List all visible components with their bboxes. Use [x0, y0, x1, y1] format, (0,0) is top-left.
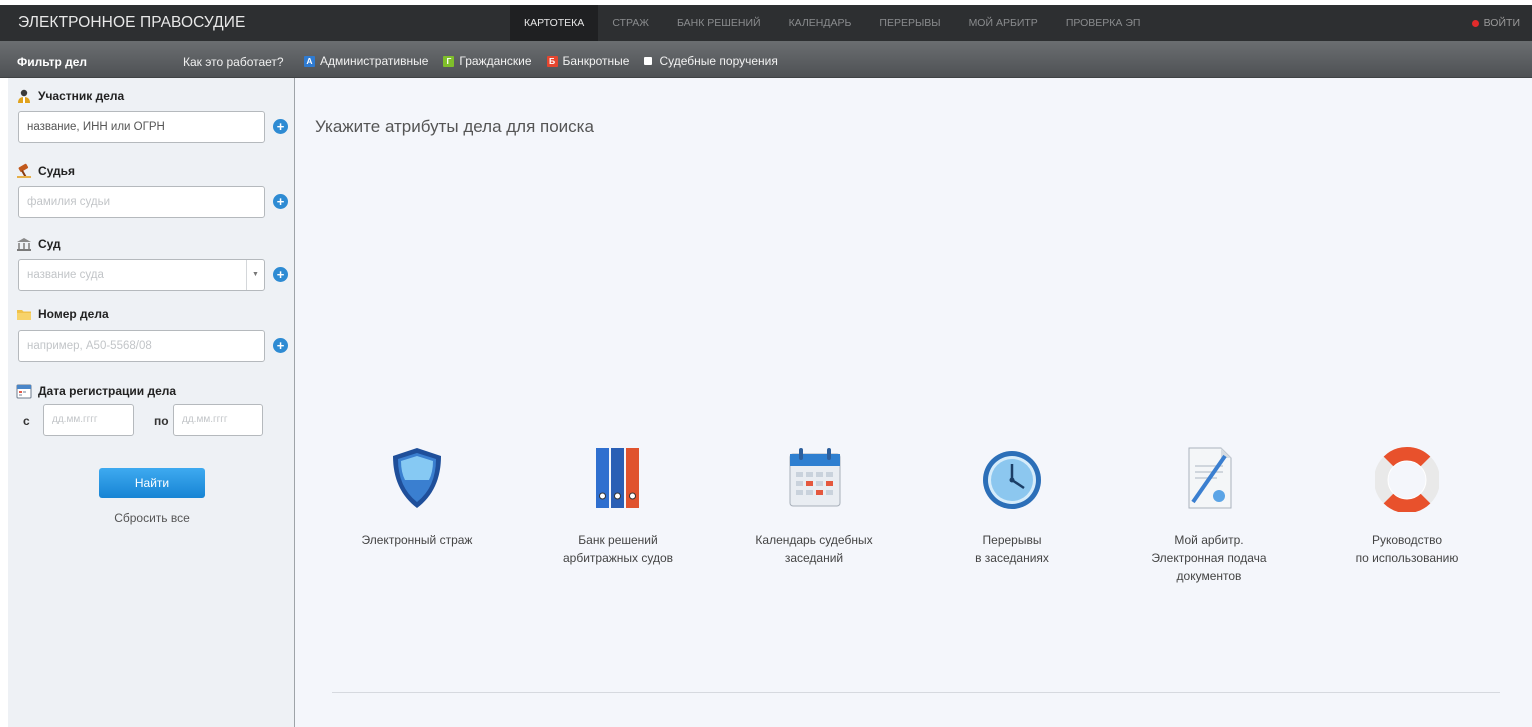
participant-input[interactable]: название, ИНН или ОГРН: [18, 111, 265, 143]
tile-label: Календарь судебных заседаний: [755, 533, 873, 565]
tile-electronic-guard[interactable]: Электронный страж: [317, 444, 517, 549]
category-label: Гражданские: [459, 54, 532, 68]
date-to-input[interactable]: дд.мм.гггг: [173, 404, 263, 436]
participant-label: Участник дела: [16, 88, 124, 104]
case-number-label: Номер дела: [16, 306, 109, 322]
category-label: Судебные поручения: [659, 54, 778, 68]
add-case-number-button[interactable]: +: [273, 338, 288, 353]
nav-item-pereryvy[interactable]: ПЕРЕРЫВЫ: [865, 5, 954, 41]
tile-user-guide[interactable]: Руководство по использованию: [1307, 444, 1507, 567]
nav-item-moy-arbitr[interactable]: МОЙ АРБИТР: [955, 5, 1052, 41]
filter-title: Фильтр дел: [17, 55, 88, 69]
search-prompt: Укажите атрибуты дела для поиска: [315, 117, 594, 136]
date-from-input[interactable]: дд.мм.гггг: [43, 404, 134, 436]
civil-badge-icon: Г: [443, 55, 455, 67]
category-court-orders[interactable]: Судебные поручения: [644, 54, 778, 68]
administrative-badge-icon: А: [304, 55, 315, 67]
nav-item-strazh[interactable]: СТРАЖ: [598, 5, 663, 41]
judge-input[interactable]: фамилия судьи: [18, 186, 265, 218]
category-label: Административные: [320, 54, 429, 68]
court-label: Суд: [16, 236, 61, 252]
courthouse-icon: [17, 238, 31, 251]
add-participant-button[interactable]: +: [273, 119, 288, 134]
dropdown-arrow-icon[interactable]: ▼: [246, 260, 264, 290]
binders-icon: [596, 448, 639, 508]
case-number-input[interactable]: например, А50-5568/08: [18, 330, 265, 362]
tile-label: Руководство по использованию: [1355, 533, 1459, 565]
category-civil[interactable]: Г Гражданские: [443, 54, 532, 68]
tile-court-calendar[interactable]: Календарь судебных заседаний: [714, 444, 914, 567]
shield-icon: [393, 448, 441, 508]
calendar-icon: [16, 384, 32, 399]
judge-label: Судья: [16, 163, 75, 179]
nav-item-bank-resheniy[interactable]: БАНК РЕШЕНИЙ: [663, 5, 775, 41]
nav-item-kartoteka[interactable]: КАРТОТЕКА: [510, 5, 599, 41]
clock-icon: [983, 451, 1041, 509]
main-nav: КАРТОТЕКА СТРАЖ БАНК РЕШЕНИЙ КАЛЕНДАРЬ П…: [510, 5, 1154, 41]
how-it-works-link[interactable]: Как это работает?: [183, 55, 284, 69]
reset-all-link[interactable]: Сбросить все: [102, 511, 202, 525]
nav-item-proverka-ep[interactable]: ПРОВЕРКА ЭП: [1052, 5, 1155, 41]
gavel-icon: [17, 163, 31, 178]
login-label: ВОЙТИ: [1483, 17, 1520, 29]
tile-label: Электронный страж: [361, 533, 473, 547]
court-select-value: название суда: [27, 269, 104, 281]
tile-breaks[interactable]: Перерывы в заседаниях: [912, 444, 1112, 567]
court-orders-badge-icon: [644, 57, 653, 65]
court-select[interactable]: название суда ▼: [18, 259, 265, 291]
filter-sidebar: Участник дела название, ИНН или ОГРН + С…: [8, 78, 295, 727]
find-button[interactable]: Найти: [99, 468, 205, 498]
tile-my-arbitr[interactable]: Мой арбитр. Электронная подача документо…: [1109, 444, 1309, 585]
category-label: Банкротные: [562, 54, 630, 68]
registration-date-label: Дата регистрации дела: [16, 383, 176, 399]
add-court-button[interactable]: +: [273, 267, 288, 282]
person-icon: [18, 89, 30, 103]
category-bankruptcy[interactable]: Б Банкротные: [546, 54, 630, 68]
date-from-label: с: [23, 414, 30, 428]
date-to-label: по: [154, 414, 169, 428]
category-administrative[interactable]: А Административные: [304, 54, 428, 68]
main-content: Укажите атрибуты дела для поиска Электро…: [295, 78, 1532, 727]
login-link[interactable]: ВОЙТИ: [1471, 5, 1520, 41]
site-brand[interactable]: ЭЛЕКТРОННОЕ ПРАВОСУДИЕ: [18, 5, 245, 41]
case-category-filters: А Административные Г Гражданские Б Банкр…: [304, 54, 793, 68]
document-icon: [1188, 447, 1232, 509]
tile-label: Мой арбитр. Электронная подача документо…: [1151, 533, 1267, 583]
tile-decisions-bank[interactable]: Банк решений арбитражных судов: [518, 444, 718, 567]
filter-bar: Фильтр дел Как это работает? А Администр…: [0, 41, 1532, 78]
calendar-icon: [789, 448, 841, 507]
status-dot-icon: [1471, 19, 1479, 27]
nav-item-calendar[interactable]: КАЛЕНДАРЬ: [775, 5, 866, 41]
tile-label: Перерывы в заседаниях: [975, 533, 1049, 565]
folder-icon: [17, 310, 31, 320]
add-judge-button[interactable]: +: [273, 194, 288, 209]
lifebuoy-icon: [1374, 446, 1440, 514]
tile-label: Банк решений арбитражных судов: [562, 533, 674, 565]
content-divider: [332, 692, 1500, 693]
bankruptcy-badge-icon: Б: [546, 55, 558, 67]
top-navigation-bar: ЭЛЕКТРОННОЕ ПРАВОСУДИЕ КАРТОТЕКА СТРАЖ Б…: [0, 5, 1532, 41]
